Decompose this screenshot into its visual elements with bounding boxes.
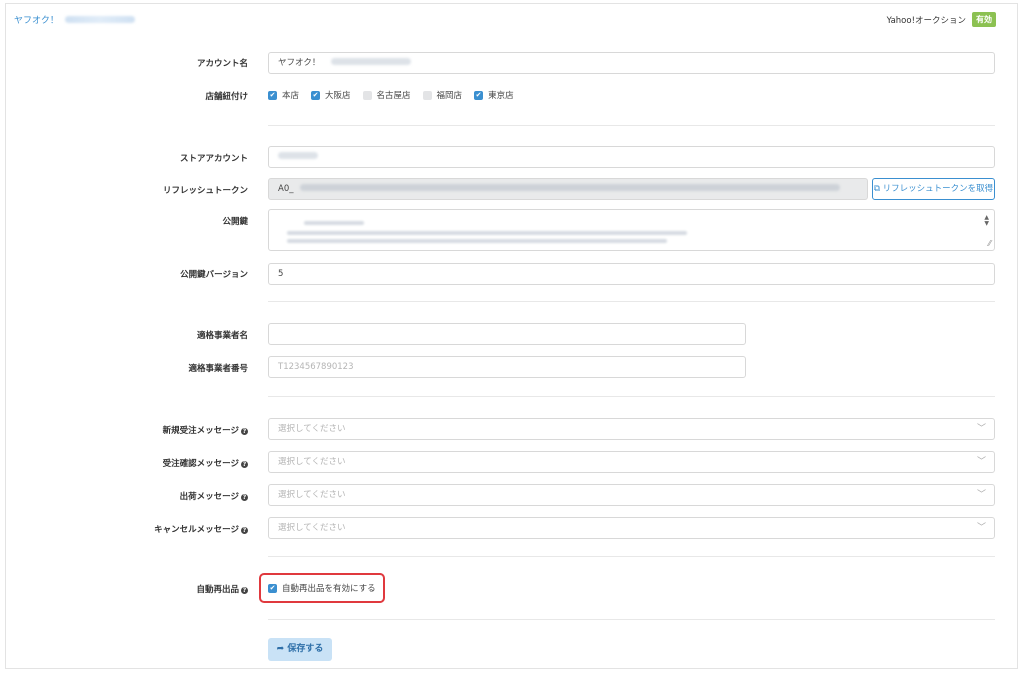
shipping-message-select[interactable]: 選択してください ﹀ [268,484,995,506]
chevron-down-icon: ﹀ [976,457,986,467]
get-refresh-token-button[interactable]: ⧉ リフレッシュトークンを取得 [872,178,995,200]
account-name-value: ヤフオク！ [278,58,321,68]
account-name-input[interactable]: ヤフオク！ [268,52,995,74]
store-label: 福岡店 [436,91,463,101]
store-checkbox-nagoya[interactable]: 名古屋店 [362,89,411,101]
store-checkbox-tokyo[interactable]: ✔ 東京店 [474,89,514,101]
redacted-text [300,184,841,191]
public-key-label: 公開鍵 [222,217,248,227]
auto-relist-label-text: 自動再出品 [196,585,239,595]
share-arrow-icon: ➦ [276,644,285,654]
cancel-message-select[interactable]: 選択してください ﹀ [268,517,995,539]
invoice-name-label: 適格事業者名 [196,331,248,341]
invoice-number-label: 適格事業者番号 [188,364,248,374]
new-order-message-label: 新規受注メッセージ? [163,424,248,436]
scroll-arrows-icon[interactable]: ▲ ▼ [984,215,989,227]
select-placeholder: 選択してください [278,457,346,467]
public-key-version-input[interactable]: 5 [268,263,995,285]
store-checkbox-osaka[interactable]: ✔ 大阪店 [311,89,351,101]
store-checkbox-fukuoka[interactable]: 福岡店 [422,89,463,101]
store-links-label: 店舗紐付け [205,92,248,102]
store-links-checkboxes: ✔ 本店 ✔ 大阪店 名古屋店 福岡店 ✔ 東京店 [268,89,514,101]
header-status: Yahoo!オークション 有効 [887,12,996,27]
checkbox-checked-icon: ✔ [268,90,277,100]
new-order-message-label-text: 新規受注メッセージ [162,426,239,436]
store-label: 名古屋店 [376,91,411,101]
redacted-account-name [64,16,135,23]
refresh-token-input[interactable]: A0_ [268,178,868,200]
invoice-name-input[interactable] [268,323,746,345]
redacted-text [331,58,412,65]
resize-handle-icon[interactable]: ⁄⁄ [988,239,991,248]
checkbox-checked-icon: ✔ [474,90,484,100]
help-icon[interactable]: ? [241,461,248,468]
get-refresh-token-label: リフレッシュトークンを取得 [882,184,994,194]
platform-name: Yahoo!オークション [886,15,966,26]
shipping-message-label-text: 出荷メッセージ [179,492,239,502]
chevron-down-icon: ﹀ [976,523,986,533]
redacted-text [278,152,318,159]
account-name-label: アカウント名 [196,59,248,69]
select-placeholder: 選択してください [278,523,346,533]
refresh-token-label: リフレッシュトークン [162,186,248,196]
status-badge: 有効 [972,12,996,27]
select-placeholder: 選択してください [278,424,346,434]
cancel-message-label-text: キャンセルメッセージ [154,525,239,535]
chevron-down-icon: ﹀ [976,490,986,500]
refresh-token-value: A0_ [278,184,294,194]
divider [268,125,995,126]
help-icon[interactable]: ? [241,494,248,501]
store-account-input[interactable] [268,146,995,168]
help-icon[interactable]: ? [241,428,248,435]
checkbox-checked-icon: ✔ [311,90,321,100]
divider [268,556,995,557]
help-icon[interactable]: ? [241,587,248,594]
order-confirm-message-label-text: 受注確認メッセージ [162,459,239,469]
divider [268,619,995,620]
auto-relist-checkbox[interactable]: ✔ 自動再出品を有効にする [268,582,376,594]
auto-relist-label: 自動再出品? [196,583,248,595]
checkbox-unchecked-icon [362,90,372,100]
redacted-text [287,239,667,243]
divider [268,396,995,397]
public-key-version-value: 5 [278,269,284,279]
account-breadcrumb-link[interactable]: ヤフオク！ [14,13,59,26]
store-label: 本店 [282,91,300,101]
public-key-version-label: 公開鍵バージョン [180,270,248,280]
external-link-icon: ⧉ [873,184,880,194]
save-button[interactable]: ➦ 保存する [268,638,332,661]
order-confirm-message-label: 受注確認メッセージ? [163,457,248,469]
cancel-message-label: キャンセルメッセージ? [154,523,248,535]
help-icon[interactable]: ? [241,527,248,534]
invoice-number-placeholder: T1234567890123 [278,362,354,372]
store-account-label: ストアアカウント [179,154,248,164]
store-checkbox-honten[interactable]: ✔ 本店 [268,89,299,101]
header-account: ヤフオク！ [14,13,135,26]
chevron-down-icon: ﹀ [976,424,986,434]
save-button-label: 保存する [287,644,324,654]
auto-relist-checkbox-label: 自動再出品を有効にする [282,584,376,594]
store-label: 大阪店 [325,91,351,101]
checkbox-checked-icon: ✔ [268,583,277,593]
select-placeholder: 選択してください [278,490,346,500]
order-confirm-message-select[interactable]: 選択してください ﹀ [268,451,995,473]
checkbox-unchecked-icon [422,90,432,100]
redacted-text [304,221,364,225]
divider [268,301,995,302]
store-label: 東京店 [488,91,514,101]
redacted-text [287,231,687,235]
shipping-message-label: 出荷メッセージ? [180,490,248,502]
invoice-number-input[interactable]: T1234567890123 [268,356,746,378]
public-key-textarea[interactable]: ▲ ▼ ⁄⁄ [268,209,995,251]
new-order-message-select[interactable]: 選択してください ﹀ [268,418,995,440]
